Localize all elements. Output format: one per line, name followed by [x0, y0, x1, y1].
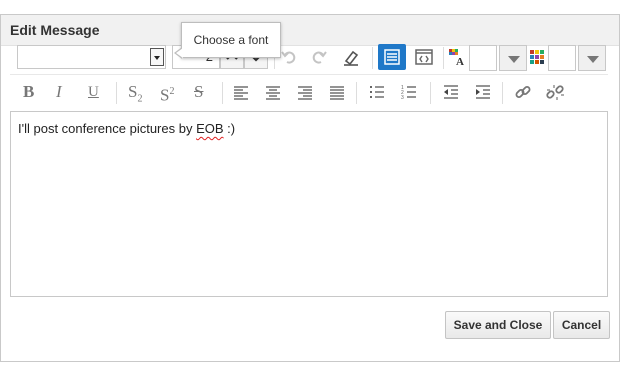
background-color-swatch[interactable]: [548, 45, 576, 71]
indent-icon: [476, 85, 490, 99]
clear-format-button[interactable]: [340, 46, 362, 68]
align-left-button[interactable]: [230, 81, 252, 103]
align-left-icon: [234, 86, 248, 100]
subscript-mark: 2: [137, 93, 143, 105]
toolbar-separator: [116, 82, 117, 104]
align-center-button[interactable]: [262, 81, 284, 103]
toolbar-separator: [372, 47, 373, 69]
font-tooltip: Choose a font: [174, 22, 281, 59]
bold-button[interactable]: B: [23, 82, 34, 102]
redo-button[interactable]: [308, 46, 330, 68]
toolbar-separator: [443, 47, 444, 69]
unlink-button[interactable]: [544, 81, 566, 103]
italic-button[interactable]: I: [56, 82, 62, 102]
background-color-dropdown-button[interactable]: [578, 45, 606, 71]
toolbar-row-top: 2 A: [10, 42, 608, 75]
link-button[interactable]: [512, 81, 534, 103]
background-color-button[interactable]: [526, 46, 548, 68]
rich-text-mode-button[interactable]: [378, 44, 406, 70]
misspelled-word: EOB: [196, 121, 224, 136]
justify-button[interactable]: [326, 81, 348, 103]
text-color-button[interactable]: A: [446, 46, 468, 68]
underline-button[interactable]: U: [88, 82, 99, 102]
superscript-mark: 2: [169, 86, 175, 97]
undo-icon: [281, 51, 296, 64]
save-and-close-button[interactable]: Save and Close: [445, 311, 551, 339]
link-icon: [515, 86, 531, 98]
text-color-dropdown-button[interactable]: [499, 45, 527, 71]
source-mode-button[interactable]: [413, 46, 435, 68]
toolbar-separator: [356, 82, 357, 104]
editor-text-start: I'll post conference pictures by: [18, 121, 197, 136]
align-right-icon: [298, 86, 312, 100]
clear-format-icon: [344, 50, 359, 66]
text-color-swatch[interactable]: [469, 45, 497, 71]
text-color-icon: A: [449, 49, 464, 68]
toolbar-separator: [502, 82, 503, 104]
message-editor[interactable]: I'll post conference pictures by EOB :): [10, 111, 608, 297]
rich-text-mode-icon: [384, 49, 400, 65]
svg-text:A: A: [456, 56, 464, 68]
toolbar-row-bottom: B I U S2 S2 S 123: [10, 77, 608, 109]
svg-text:3: 3: [401, 95, 404, 101]
align-center-icon: [266, 86, 280, 100]
undo-button[interactable]: [278, 46, 300, 68]
strikethrough-button[interactable]: S: [194, 82, 203, 102]
background-color-icon: [530, 50, 544, 64]
numbered-list-icon: 123: [401, 85, 416, 101]
indent-button[interactable]: [472, 81, 494, 103]
editor-text-end: :): [223, 121, 236, 136]
redo-icon: [312, 51, 327, 64]
editor-content: I'll post conference pictures by EOB :): [18, 121, 235, 136]
justify-icon: [330, 86, 344, 100]
font-dropdown-arrow-icon[interactable]: [150, 48, 164, 66]
outdent-button[interactable]: [440, 81, 462, 103]
toolbar-separator: [430, 82, 431, 104]
source-mode-icon: [415, 49, 433, 65]
toolbar-separator: [222, 82, 223, 104]
align-right-button[interactable]: [294, 81, 316, 103]
font-select[interactable]: [17, 45, 166, 69]
numbered-list-button[interactable]: 123: [398, 81, 420, 103]
dialog-title: Edit Message: [10, 22, 100, 38]
bulleted-list-icon: [370, 86, 384, 98]
superscript-button[interactable]: S2: [160, 82, 174, 106]
bulleted-list-button[interactable]: [366, 81, 388, 103]
cancel-button[interactable]: Cancel: [553, 311, 610, 339]
outdent-icon: [444, 85, 458, 99]
unlink-icon: [546, 85, 564, 100]
subscript-button[interactable]: S2: [128, 82, 142, 109]
